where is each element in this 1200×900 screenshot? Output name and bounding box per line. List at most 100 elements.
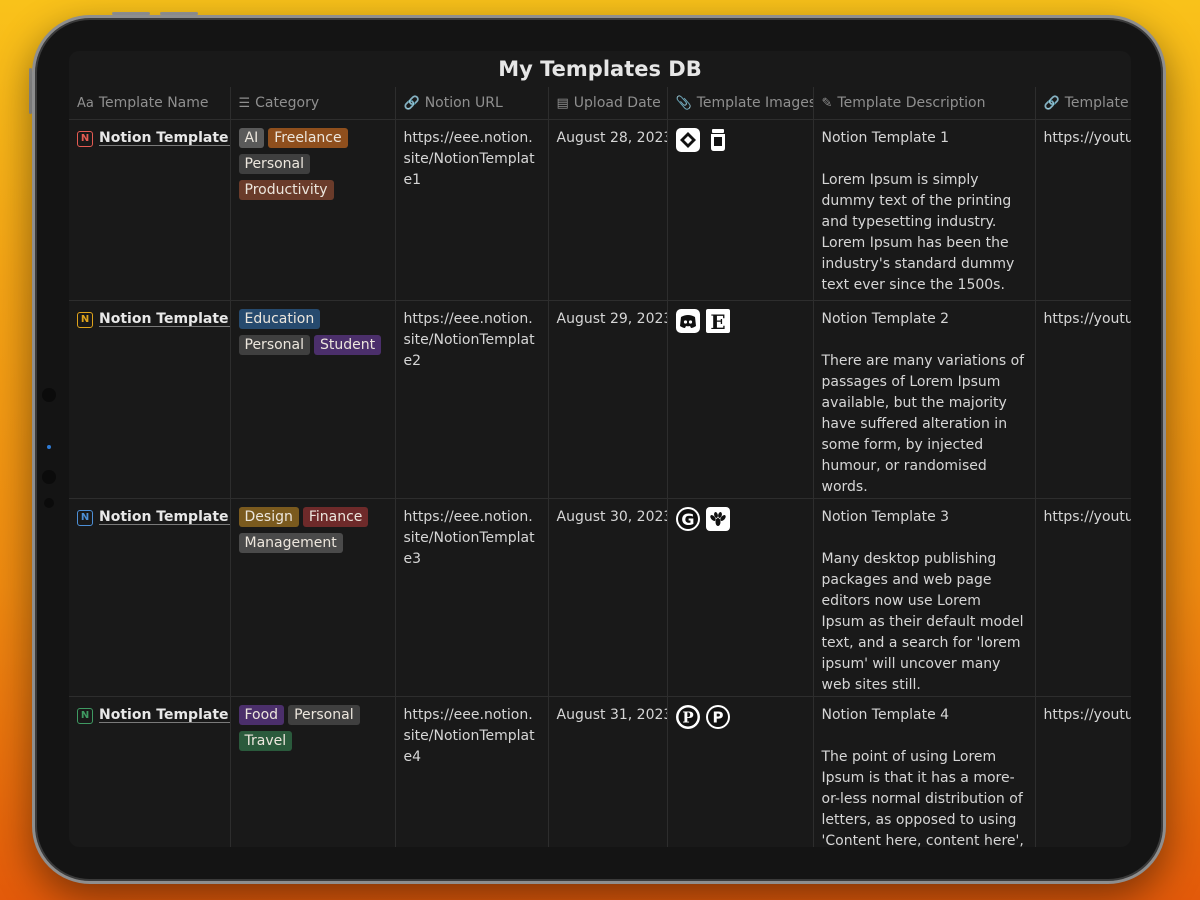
table-row[interactable]: N Notion Template 1 AI Freelance Personal Pro… <box>69 119 1132 301</box>
google-icon[interactable]: G <box>675 507 700 531</box>
table-row[interactable]: N Notion Template 3 Design Finance Managemen… <box>69 498 1132 697</box>
database-table: Aa Template Name ☰ Category 🔗 Notion URL ▤ U… <box>69 87 1131 847</box>
notion-url-link[interactable]: https://eee.notion.site/NotionTemplate2 <box>404 309 540 372</box>
video-url-link[interactable]: https://youtube.com/ <box>1044 309 1132 330</box>
peacock-icon[interactable] <box>705 507 730 531</box>
table-row[interactable]: N Notion Template 4 Food Personal Travel http… <box>69 696 1132 847</box>
upload-date: August 31, 2023 <box>556 707 667 723</box>
notion-url-link[interactable]: https://eee.notion.site/NotionTemplate3 <box>404 507 540 570</box>
cell-category[interactable]: Design Finance Management <box>230 498 396 697</box>
notion-page-icon: N <box>77 312 93 328</box>
upload-date: August 29, 2023 <box>556 311 667 327</box>
category-tag[interactable]: Education <box>238 309 321 329</box>
indicator-light <box>47 445 51 449</box>
discord-icon[interactable] <box>675 309 700 333</box>
cell-upload-date[interactable]: August 31, 2023 <box>548 696 668 847</box>
etsy-icon[interactable]: E <box>705 309 730 334</box>
paperclip-icon: 📎 <box>675 96 692 111</box>
cell-template-name[interactable]: N Notion Template 3 <box>69 498 231 697</box>
notion-page-icon: N <box>77 510 93 526</box>
paypal-icon[interactable]: P <box>705 705 730 729</box>
upload-date: August 30, 2023 <box>556 509 667 525</box>
column-header-date[interactable]: ▤ Upload Date <box>548 87 668 120</box>
cell-category[interactable]: AI Freelance Personal Productivity <box>230 119 396 301</box>
description-body: There are many variations of passages of… <box>821 353 1025 495</box>
cell-upload-date[interactable]: August 29, 2023 <box>548 300 668 499</box>
pencil-icon: ✎ <box>821 96 833 111</box>
link-icon: 🔗 <box>403 96 420 111</box>
column-header-video[interactable]: 🔗Template Video <box>1035 87 1131 120</box>
svg-text:P: P <box>682 709 693 727</box>
category-tag[interactable]: Food <box>238 705 285 725</box>
column-header-url[interactable]: 🔗 Notion URL <box>395 87 549 120</box>
cell-category[interactable]: Food Personal Travel <box>230 696 396 847</box>
notion-screen: My Templates DB Aa Template Name ☰ Categor… <box>69 51 1131 847</box>
svg-text:P: P <box>712 709 723 727</box>
description-title: Notion Template 2 <box>821 311 950 327</box>
cell-description[interactable]: Notion Template 4 The point of using Lore… <box>813 696 1036 847</box>
description-title: Notion Template 3 <box>821 509 950 525</box>
header-row: Aa Template Name ☰ Category 🔗 Notion URL ▤ U… <box>69 87 1131 120</box>
cell-template-video[interactable]: https://youtube.com/ <box>1035 300 1132 499</box>
category-tag[interactable]: Freelance <box>268 128 348 148</box>
cell-notion-url[interactable]: https://eee.notion.site/NotionTemplate1 <box>395 119 549 301</box>
upload-date: August 28, 2023 <box>556 130 667 146</box>
cell-template-video[interactable]: https://youtube.com/ <box>1035 696 1132 847</box>
pinterest-icon[interactable]: P <box>675 705 700 729</box>
description-body: The point of using Lorem Ipsum is that i… <box>821 749 1024 847</box>
notion-page-icon: N <box>77 131 93 147</box>
video-url-link[interactable]: https://youtube.com/ <box>1044 128 1132 149</box>
category-tag[interactable]: Personal <box>238 335 311 355</box>
cell-notion-url[interactable]: https://eee.notion.site/NotionTemplate4 <box>395 696 549 847</box>
cell-template-images[interactable]: PP <box>667 696 814 847</box>
column-header-images[interactable]: 📎 Template Images <box>667 87 814 120</box>
cell-template-images[interactable]: G <box>667 498 814 697</box>
page-link[interactable]: Notion Template 3 <box>99 509 229 525</box>
cell-template-images[interactable] <box>667 119 814 301</box>
notion-page-icon: N <box>77 708 93 724</box>
category-tag[interactable]: Student <box>314 335 382 355</box>
cell-template-name[interactable]: N Notion Template 4 <box>69 696 231 847</box>
cell-description[interactable]: Notion Template 2 There are many variatio… <box>813 300 1036 499</box>
list-icon: ☰ <box>238 96 251 111</box>
notion-url-link[interactable]: https://eee.notion.site/NotionTemplate1 <box>404 128 540 191</box>
category-tag[interactable]: Personal <box>238 154 311 174</box>
category-tag[interactable]: Design <box>238 507 299 527</box>
description-body: Lorem Ipsum is simply dummy text of the … <box>821 172 1015 293</box>
category-tag[interactable]: AI <box>238 128 265 148</box>
column-header-name[interactable]: Aa Template Name <box>69 87 231 120</box>
cell-description[interactable]: Notion Template 3 Many desktop publishing… <box>813 498 1036 697</box>
cell-template-name[interactable]: N Notion Template 2 <box>69 300 231 499</box>
cell-upload-date[interactable]: August 30, 2023 <box>548 498 668 697</box>
jar-icon[interactable] <box>706 128 730 152</box>
cell-template-video[interactable]: https://youtube.com/ <box>1035 498 1132 697</box>
table-row[interactable]: N Notion Template 2 Education Personal Stude… <box>69 300 1132 499</box>
cell-notion-url[interactable]: https://eee.notion.site/NotionTemplate3 <box>395 498 549 697</box>
cell-template-video[interactable]: https://youtube.com/ <box>1035 119 1132 301</box>
column-header-category[interactable]: ☰ Category <box>230 87 396 120</box>
database-title: My Templates DB <box>498 57 702 81</box>
cell-category[interactable]: Education Personal Student <box>230 300 396 499</box>
diamond-logo-icon[interactable] <box>675 128 700 152</box>
column-header-description[interactable]: ✎ Template Description <box>813 87 1036 120</box>
category-tag[interactable]: Productivity <box>238 180 334 200</box>
category-tag[interactable]: Travel <box>238 731 293 751</box>
video-url-link[interactable]: https://youtube.com/ <box>1044 705 1132 726</box>
text-type-icon: Aa <box>77 96 94 111</box>
notion-url-link[interactable]: https://eee.notion.site/NotionTemplate4 <box>404 705 540 768</box>
camera-sensor <box>44 498 54 508</box>
description-title: Notion Template 1 <box>821 130 950 146</box>
video-url-link[interactable]: https://youtube.com/ <box>1044 507 1132 528</box>
page-link[interactable]: Notion Template 4 <box>99 707 229 723</box>
category-tag[interactable]: Finance <box>302 507 369 527</box>
page-link[interactable]: Notion Template 2 <box>99 311 229 327</box>
description-title: Notion Template 4 <box>821 707 950 723</box>
cell-template-name[interactable]: N Notion Template 1 <box>69 119 231 301</box>
cell-description[interactable]: Notion Template 1 Lorem Ipsum is simply d… <box>813 119 1036 301</box>
cell-upload-date[interactable]: August 28, 2023 <box>548 119 668 301</box>
cell-notion-url[interactable]: https://eee.notion.site/NotionTemplate2 <box>395 300 549 499</box>
cell-template-images[interactable]: E <box>667 300 814 499</box>
page-link[interactable]: Notion Template 1 <box>99 130 229 146</box>
category-tag[interactable]: Personal <box>288 705 360 725</box>
category-tag[interactable]: Management <box>238 533 343 553</box>
